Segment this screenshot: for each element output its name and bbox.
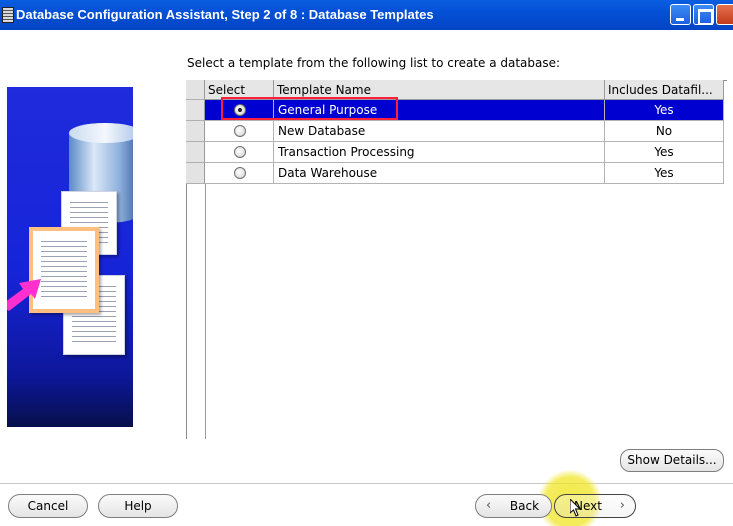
table-row[interactable]: New Database No xyxy=(205,121,724,142)
row-header[interactable] xyxy=(186,142,205,163)
template-radio[interactable] xyxy=(234,104,246,116)
column-header-template-name[interactable]: Template Name xyxy=(274,80,605,100)
template-name-cell[interactable]: General Purpose xyxy=(274,100,605,121)
back-button-label: Back xyxy=(509,499,540,513)
includes-datafiles-cell[interactable]: Yes xyxy=(605,163,724,184)
back-button[interactable]: ‹ Back xyxy=(475,494,552,518)
table-row[interactable]: Data Warehouse Yes xyxy=(205,163,724,184)
select-cell[interactable] xyxy=(205,163,274,184)
table-row[interactable]: Transaction Processing Yes xyxy=(205,142,724,163)
select-cell[interactable] xyxy=(205,121,274,142)
row-header[interactable] xyxy=(186,121,205,142)
app-icon[interactable] xyxy=(2,7,14,23)
template-radio[interactable] xyxy=(234,146,246,158)
includes-datafiles-cell[interactable]: Yes xyxy=(605,100,724,121)
wizard-illustration xyxy=(7,87,133,427)
table-empty-area xyxy=(205,184,727,439)
template-name-cell[interactable]: New Database xyxy=(274,121,605,142)
title-bar: Database Configuration Assistant, Step 2… xyxy=(0,0,733,30)
cancel-button[interactable]: Cancel xyxy=(8,494,88,518)
help-button[interactable]: Help xyxy=(98,494,178,518)
maximize-icon[interactable] xyxy=(693,4,714,25)
footer-separator xyxy=(0,483,733,484)
chevron-right-icon: › xyxy=(619,498,625,513)
select-cell[interactable] xyxy=(205,142,274,163)
template-radio[interactable] xyxy=(234,167,246,179)
table-row[interactable]: General Purpose Yes xyxy=(205,100,724,121)
arrow-icon xyxy=(7,279,41,311)
includes-datafiles-cell[interactable]: No xyxy=(605,121,724,142)
window-title: Database Configuration Assistant, Step 2… xyxy=(16,7,434,22)
column-header-includes-datafiles[interactable]: Includes Datafil... xyxy=(605,80,724,100)
next-button[interactable]: Next › xyxy=(554,494,636,518)
corner-cell xyxy=(186,80,205,100)
template-name-cell[interactable]: Transaction Processing xyxy=(274,142,605,163)
close-icon[interactable] xyxy=(716,4,733,25)
instruction-text: Select a template from the following lis… xyxy=(187,56,561,70)
template-radio[interactable] xyxy=(234,125,246,137)
next-button-label: Next xyxy=(574,499,602,513)
row-header-column xyxy=(186,80,205,184)
row-header[interactable] xyxy=(186,100,205,121)
minimize-icon[interactable] xyxy=(670,4,691,25)
column-header-select[interactable]: Select xyxy=(205,80,274,100)
includes-datafiles-cell[interactable]: Yes xyxy=(605,142,724,163)
row-header[interactable] xyxy=(186,163,205,184)
chevron-left-icon: ‹ xyxy=(486,498,492,513)
show-details-button[interactable]: Show Details... xyxy=(620,449,724,472)
select-cell[interactable] xyxy=(205,100,274,121)
table-header: Select Template Name Includes Datafil... xyxy=(205,80,724,100)
template-name-cell[interactable]: Data Warehouse xyxy=(274,163,605,184)
